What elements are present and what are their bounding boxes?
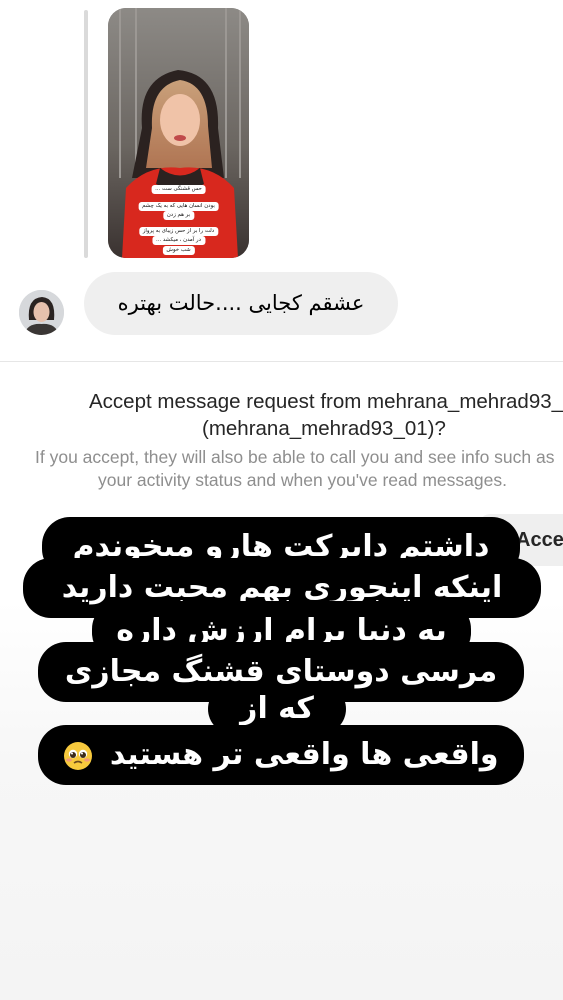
- pleading-face-icon: [64, 741, 93, 770]
- request-description-line: your activity status and when you've rea…: [98, 470, 507, 490]
- overlay-caption-last: واقعی ها واقعی تر هستید: [38, 725, 524, 785]
- story-caption: بر هم زدن: [162, 211, 195, 220]
- story-caption: در آمدن ، میکشد ...: [151, 236, 206, 245]
- story-reply-bar: [84, 10, 88, 258]
- request-title-line: (mehrana_mehrad93_01)?: [202, 417, 446, 440]
- story-photo: [108, 8, 249, 258]
- overlay-caption-line: واقعی ها واقعی تر هستید: [109, 737, 499, 772]
- story-preview[interactable]: حس قشنگی ست ... بودن انسان هایی که به یک…: [108, 8, 249, 258]
- story-caption: شب خوش: [162, 246, 195, 255]
- sender-avatar[interactable]: [19, 290, 64, 335]
- divider: [0, 361, 563, 362]
- request-description-line: If you accept, they will also be able to…: [35, 447, 555, 467]
- story-caption: حس قشنگی ست ...: [151, 185, 206, 194]
- story-caption: بودن انسان هایی که به یک چشم: [138, 202, 219, 211]
- story-caption: دلت را بر از حس زیبای به پرواز: [138, 227, 219, 236]
- message-bubble[interactable]: عشقم کجایی ....حالت بهتره: [84, 272, 398, 335]
- avatar-photo: [19, 290, 64, 335]
- request-title-line: Accept message request from mehrana_mehr…: [89, 390, 563, 413]
